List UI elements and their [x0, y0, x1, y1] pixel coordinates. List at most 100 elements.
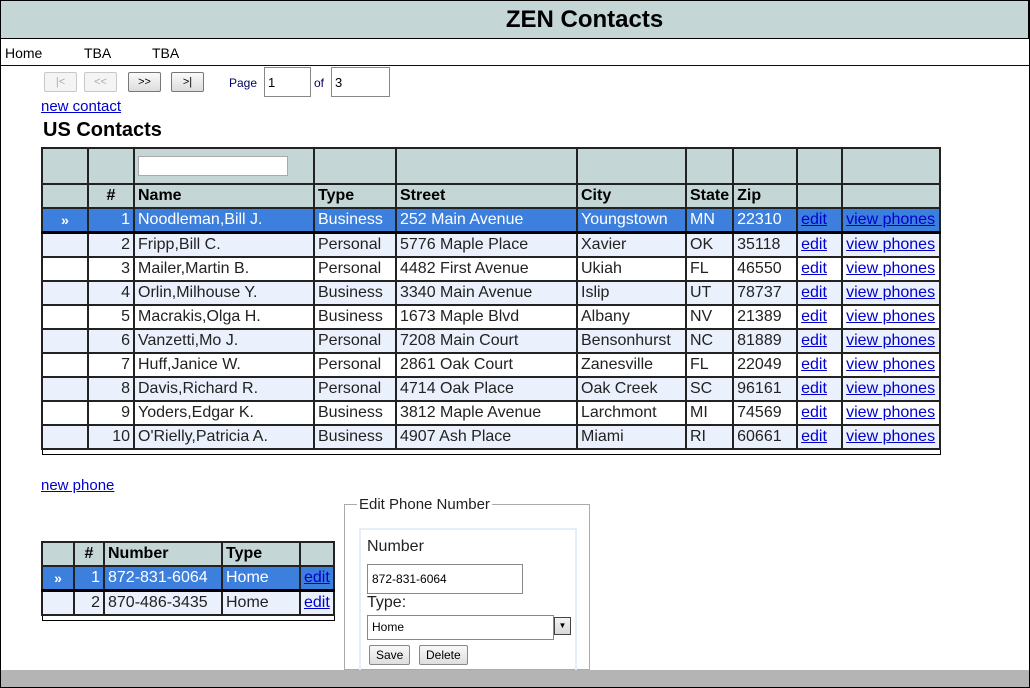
- row-selector[interactable]: [41, 280, 89, 306]
- edit-contact-link[interactable]: edit: [801, 356, 827, 373]
- page-input[interactable]: [264, 67, 311, 97]
- contact-state: OK: [684, 231, 735, 258]
- edit-contact-link[interactable]: edit: [801, 380, 827, 397]
- row-selector[interactable]: [41, 231, 89, 258]
- contact-type: Personal: [313, 231, 397, 258]
- edit-phone-panel: Number Type: Home ▼ Save Delete: [359, 528, 577, 672]
- col-header-zip[interactable]: Zip: [732, 183, 799, 209]
- row-selector[interactable]: »: [41, 565, 75, 592]
- row-selector[interactable]: [41, 589, 75, 616]
- col-header-name[interactable]: Name: [133, 183, 315, 209]
- col-header-street[interactable]: Street: [395, 183, 578, 209]
- first-page-button[interactable]: |<: [44, 72, 77, 92]
- filter-cell: [41, 147, 89, 185]
- type-label: Type:: [367, 594, 407, 611]
- phone-row[interactable]: » 1 872-831-6064 Home edit: [41, 565, 335, 592]
- menu-item-home[interactable]: Home: [5, 45, 42, 61]
- col-header-type[interactable]: Type: [313, 183, 397, 209]
- edit-contact-link[interactable]: edit: [801, 284, 827, 301]
- row-selector[interactable]: [41, 304, 89, 330]
- edit-contact-link[interactable]: edit: [801, 404, 827, 421]
- last-page-button[interactable]: >|: [171, 72, 204, 92]
- contact-row[interactable]: 8 Davis,Richard R. Personal 4714 Oak Place O…: [41, 376, 941, 402]
- new-contact-link[interactable]: new contact: [41, 98, 121, 115]
- view-phones-link[interactable]: view phones: [846, 260, 935, 277]
- contact-zip: 74569: [732, 400, 799, 426]
- edit-phone-link[interactable]: edit: [304, 594, 330, 611]
- row-selector[interactable]: [41, 376, 89, 402]
- contact-street: 7208 Main Court: [395, 328, 578, 354]
- filter-cell: [87, 147, 135, 185]
- row-selector[interactable]: [41, 424, 89, 450]
- save-button[interactable]: Save: [369, 645, 411, 665]
- phone-type: Home: [221, 565, 301, 592]
- edit-contact-link[interactable]: edit: [801, 260, 827, 277]
- edit-contact-link[interactable]: edit: [801, 428, 827, 445]
- view-phones-link[interactable]: view phones: [846, 284, 935, 301]
- menu-item-tba-1[interactable]: TBA: [84, 45, 111, 61]
- view-phones-link[interactable]: view phones: [846, 211, 935, 228]
- contact-city: Islip: [576, 280, 687, 306]
- view-phones-link[interactable]: view phones: [846, 308, 935, 325]
- edit-contact-link[interactable]: edit: [801, 332, 827, 349]
- contact-row[interactable]: 10 O'Rielly,Patricia A. Business 4907 Ash P…: [41, 424, 941, 450]
- total-pages-field: [331, 67, 390, 97]
- view-phones-link[interactable]: view phones: [846, 356, 935, 373]
- contact-row[interactable]: 4 Orlin,Milhouse Y. Business 3340 Main Aven…: [41, 280, 941, 306]
- col-header-number[interactable]: #: [87, 183, 135, 209]
- col-header-phone-type[interactable]: Type: [221, 541, 301, 567]
- view-phones-link[interactable]: view phones: [846, 428, 935, 445]
- row-number: 3: [87, 256, 135, 282]
- col-header-phone-number[interactable]: Number: [103, 541, 223, 567]
- col-header-city[interactable]: City: [576, 183, 687, 209]
- contact-zip: 35118: [732, 231, 799, 258]
- contact-row[interactable]: 2 Fripp,Bill C. Personal 5776 Maple Place Xa…: [41, 231, 941, 258]
- phone-number-input[interactable]: [367, 564, 523, 594]
- contact-state: FL: [684, 256, 735, 282]
- contact-row[interactable]: » 1 Noodleman,Bill J. Business 252 Main Aven…: [41, 207, 941, 234]
- phone-number: 872-831-6064: [103, 565, 223, 592]
- row-selector[interactable]: [41, 256, 89, 282]
- contact-name: Noodleman,Bill J.: [133, 207, 315, 234]
- view-cell: view phones: [841, 424, 941, 450]
- phone-type-select[interactable]: Home: [367, 615, 554, 640]
- view-phones-link[interactable]: view phones: [846, 380, 935, 397]
- col-header-number[interactable]: #: [73, 541, 105, 567]
- menu-item-tba-2[interactable]: TBA: [152, 45, 179, 61]
- contact-zip: 96161: [732, 376, 799, 402]
- app-header: ZEN Contacts: [1, 0, 1029, 39]
- phone-number: 870-486-3435: [103, 589, 223, 616]
- edit-contact-link[interactable]: edit: [801, 308, 827, 325]
- edit-contact-link[interactable]: edit: [801, 236, 827, 253]
- new-phone-link[interactable]: new phone: [41, 477, 114, 494]
- contact-row[interactable]: 5 Macrakis,Olga H. Business 1673 Maple Blvd…: [41, 304, 941, 330]
- col-header-state[interactable]: State: [684, 183, 735, 209]
- contact-row[interactable]: 7 Huff,Janice W. Personal 2861 Oak Court Zan…: [41, 352, 941, 378]
- contacts-title: US Contacts: [43, 119, 162, 141]
- row-selector[interactable]: [41, 328, 89, 354]
- delete-button[interactable]: Delete: [419, 645, 468, 665]
- edit-phone-link[interactable]: edit: [304, 569, 330, 586]
- view-phones-link[interactable]: view phones: [846, 332, 935, 349]
- edit-cell: edit: [796, 256, 844, 282]
- contact-city: Albany: [576, 304, 687, 330]
- contact-row[interactable]: 6 Vanzetti,Mo J. Personal 7208 Main Court Be…: [41, 328, 941, 354]
- next-page-button[interactable]: >>: [128, 72, 161, 92]
- view-cell: view phones: [841, 328, 941, 354]
- contact-zip: 22310: [732, 207, 799, 234]
- contact-row[interactable]: 3 Mailer,Martin B. Personal 4482 First Aven…: [41, 256, 941, 282]
- edit-cell: edit: [796, 304, 844, 330]
- contact-row[interactable]: 9 Yoders,Edgar K. Business 3812 Maple Avenu…: [41, 400, 941, 426]
- prev-page-button[interactable]: <<: [84, 72, 117, 92]
- view-phones-link[interactable]: view phones: [846, 404, 935, 421]
- row-selector[interactable]: [41, 352, 89, 378]
- edit-contact-link[interactable]: edit: [801, 211, 827, 228]
- name-filter-input[interactable]: [138, 156, 288, 176]
- view-phones-link[interactable]: view phones: [846, 236, 935, 253]
- dropdown-arrow-icon[interactable]: ▼: [554, 617, 571, 635]
- view-cell: view phones: [841, 304, 941, 330]
- row-selector[interactable]: »: [41, 207, 89, 234]
- contact-zip: 60661: [732, 424, 799, 450]
- row-selector[interactable]: [41, 400, 89, 426]
- phone-row[interactable]: 2 870-486-3435 Home edit: [41, 589, 335, 616]
